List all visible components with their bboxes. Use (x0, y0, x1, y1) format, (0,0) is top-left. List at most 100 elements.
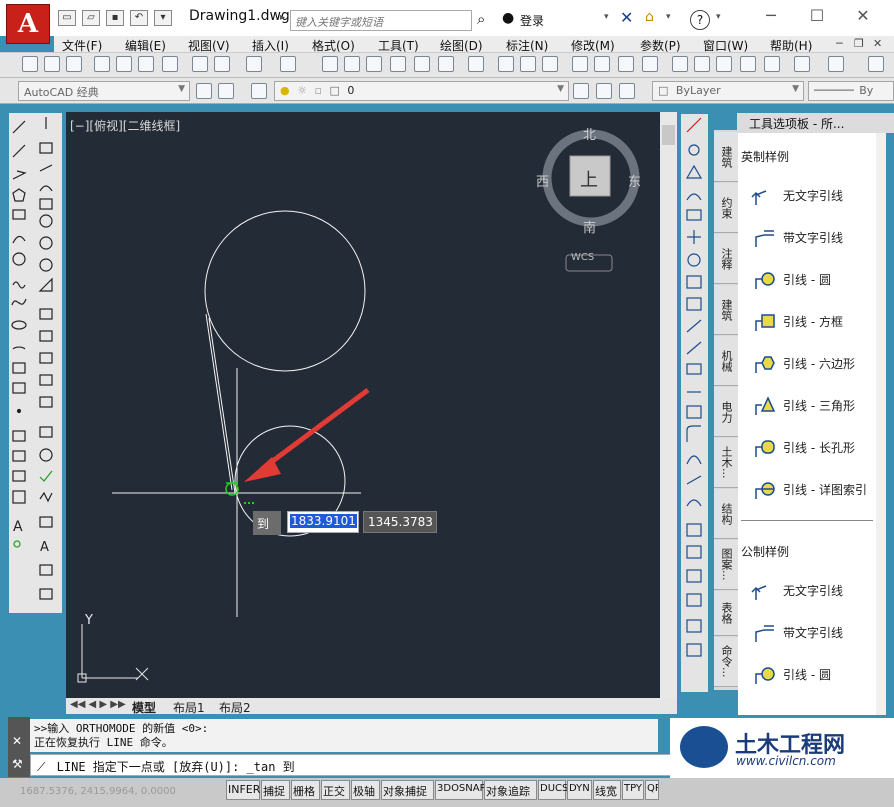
tb-3d-print-icon[interactable] (162, 56, 178, 72)
help-icon[interactable]: ? (690, 10, 710, 30)
doc-close-icon[interactable]: ✕ (873, 37, 882, 50)
tab-layout2[interactable]: 布局2 (219, 699, 251, 716)
viewcube-top-face[interactable]: 上 (580, 166, 598, 192)
tb2-paste-icon[interactable] (716, 56, 732, 72)
palette-tab-civil[interactable]: 土木... (714, 438, 738, 488)
tb2-undo-icon[interactable] (794, 56, 810, 72)
viewcube-east[interactable]: 东 (628, 171, 641, 190)
binoculars-icon[interactable]: ⌕ (477, 10, 485, 28)
login-dropdown-icon[interactable]: ▾ (604, 12, 609, 22)
vertical-scroll-thumb[interactable] (662, 125, 675, 145)
undo-icon[interactable]: ↶ (130, 10, 148, 26)
cursor-coordinates[interactable]: 1687.5376, 2415.9964, 0.0000 (20, 786, 176, 797)
search-input[interactable]: 键入关键字或短语 (290, 10, 472, 31)
open-file-icon[interactable]: ▱ (82, 10, 100, 26)
tb-markup-icon[interactable] (414, 56, 430, 72)
palette-tab-electrical[interactable]: 电力 (714, 387, 738, 437)
autocad-logo-icon[interactable]: A (6, 4, 50, 44)
tb2-save-icon[interactable] (542, 56, 558, 72)
tb2-3d-print-icon[interactable] (642, 56, 658, 72)
tb2-cut-icon[interactable] (672, 56, 688, 72)
palette-item[interactable]: 引线 - 六边形 (750, 351, 876, 377)
tb2-publish-icon[interactable] (618, 56, 634, 72)
quick-access-dropdown-icon[interactable]: ▾ (154, 10, 172, 26)
help-dropdown-icon[interactable]: ▾ (716, 12, 721, 22)
palette-item[interactable]: 引线 - 长孔形 (750, 435, 876, 461)
palette-tab-structural[interactable]: 结构 (714, 489, 738, 539)
status-snap[interactable]: 捕捉 (261, 780, 290, 800)
wcs-menu[interactable]: WCS (571, 252, 594, 263)
dynamic-input-x[interactable]: 1833.9101 (287, 511, 359, 533)
close-icon[interactable]: ✕ (848, 6, 878, 25)
make-current-layer-icon[interactable] (573, 83, 589, 99)
tb2-open-icon[interactable] (520, 56, 536, 72)
tb2-redo-icon[interactable] (828, 56, 844, 72)
status-osnap[interactable]: 对象捕捉 (381, 780, 434, 800)
status-ortho[interactable]: 正交 (321, 780, 350, 800)
layer-properties-icon[interactable] (251, 83, 267, 99)
tb2-preview-icon[interactable] (594, 56, 610, 72)
palette-item[interactable]: 引线 - 圆 (750, 662, 876, 688)
tb-redo-icon[interactable] (280, 56, 296, 72)
subscription-lock-icon[interactable]: ⌂ (645, 9, 654, 25)
palette-tab-commands[interactable]: 命令... (714, 637, 738, 687)
tb2-block-icon[interactable] (764, 56, 780, 72)
status-3dosnap[interactable]: 3DOSNAP (435, 780, 486, 800)
status-dyn[interactable]: DYN (567, 780, 592, 800)
tb-plot-icon[interactable] (94, 56, 110, 72)
workspace-custom-icon[interactable] (218, 83, 234, 99)
tb2-plot-icon[interactable] (572, 56, 588, 72)
status-polar[interactable]: 极轴 (351, 780, 380, 800)
palette-tab-mechanical[interactable]: 机械 (714, 336, 738, 386)
palette-item[interactable]: 无文字引线 (750, 183, 876, 209)
doc-restore-icon[interactable]: ❐ (854, 37, 864, 50)
dynamic-input-y[interactable]: 1345.3783 (363, 511, 437, 533)
vertical-scrollbar[interactable] (660, 112, 677, 698)
palette-item[interactable]: 带文字引线 (750, 620, 876, 646)
tab-layout1[interactable]: 布局1 (173, 699, 205, 716)
tb-help-icon[interactable] (468, 56, 484, 72)
exchange-icon[interactable]: ✕ (620, 8, 633, 27)
maximize-icon[interactable]: ☐ (802, 6, 832, 25)
palette-tab-building[interactable]: 建筑 (714, 285, 738, 335)
tab-nav-arrows-icon[interactable]: ◀◀ ◀ ▶ ▶▶ (70, 699, 126, 710)
subscription-dropdown-icon[interactable]: ▾ (666, 12, 671, 22)
viewcube-north[interactable]: 北 (583, 124, 596, 143)
status-ducs[interactable]: DUCS (538, 780, 568, 800)
tb-palettes-icon[interactable] (366, 56, 382, 72)
status-tpy[interactable]: TPY (622, 780, 644, 800)
lineweight-select[interactable]: ────── By (808, 81, 894, 101)
status-qp[interactable]: QP (645, 780, 659, 800)
linetype-select[interactable]: □ ByLayer ▼ (652, 81, 804, 101)
wrench-icon[interactable]: ⚒ (12, 757, 23, 771)
tb-publish-icon[interactable] (138, 56, 154, 72)
tb-sheetset-icon[interactable] (390, 56, 406, 72)
palette-item[interactable]: 引线 - 三角形 (750, 393, 876, 419)
tb2-pan-icon[interactable] (868, 56, 884, 72)
doc-minimize-icon[interactable]: ─ (836, 37, 843, 50)
new-file-icon[interactable]: ▭ (58, 10, 76, 26)
palette-tab-architecture[interactable]: 建筑 (714, 132, 738, 182)
viewcube-south[interactable]: 南 (583, 217, 596, 236)
tb2-new-icon[interactable] (498, 56, 514, 72)
palette-scrollbar[interactable] (876, 133, 886, 715)
tb-calculator-icon[interactable] (438, 56, 454, 72)
user-icon[interactable]: ● (502, 10, 514, 26)
tb-designcenter-icon[interactable] (344, 56, 360, 72)
tab-model[interactable]: 模型 (132, 699, 156, 716)
palette-item[interactable]: 带文字引线 (750, 225, 876, 251)
palette-tab-annotation[interactable]: 注释 (714, 234, 738, 284)
workspace-select[interactable]: AutoCAD 经典 ▼ (18, 81, 190, 101)
minimize-icon[interactable]: ─ (756, 6, 786, 25)
palette-tab-constraints[interactable]: 约束 (714, 183, 738, 233)
close-icon[interactable]: ✕ (12, 734, 22, 748)
layer-previous-icon[interactable] (596, 83, 612, 99)
tb-undo-icon[interactable] (246, 56, 262, 72)
palette-item[interactable]: 无文字引线 (750, 578, 876, 604)
status-lineweight[interactable]: 线宽 (593, 780, 621, 800)
status-grid[interactable]: 栅格 (291, 780, 320, 800)
palette-item[interactable]: 引线 - 详图索引 (750, 477, 876, 503)
tb-preview-icon[interactable] (116, 56, 132, 72)
login-link[interactable]: 登录 (520, 12, 544, 29)
palette-item[interactable]: 引线 - 方框 (750, 309, 876, 335)
